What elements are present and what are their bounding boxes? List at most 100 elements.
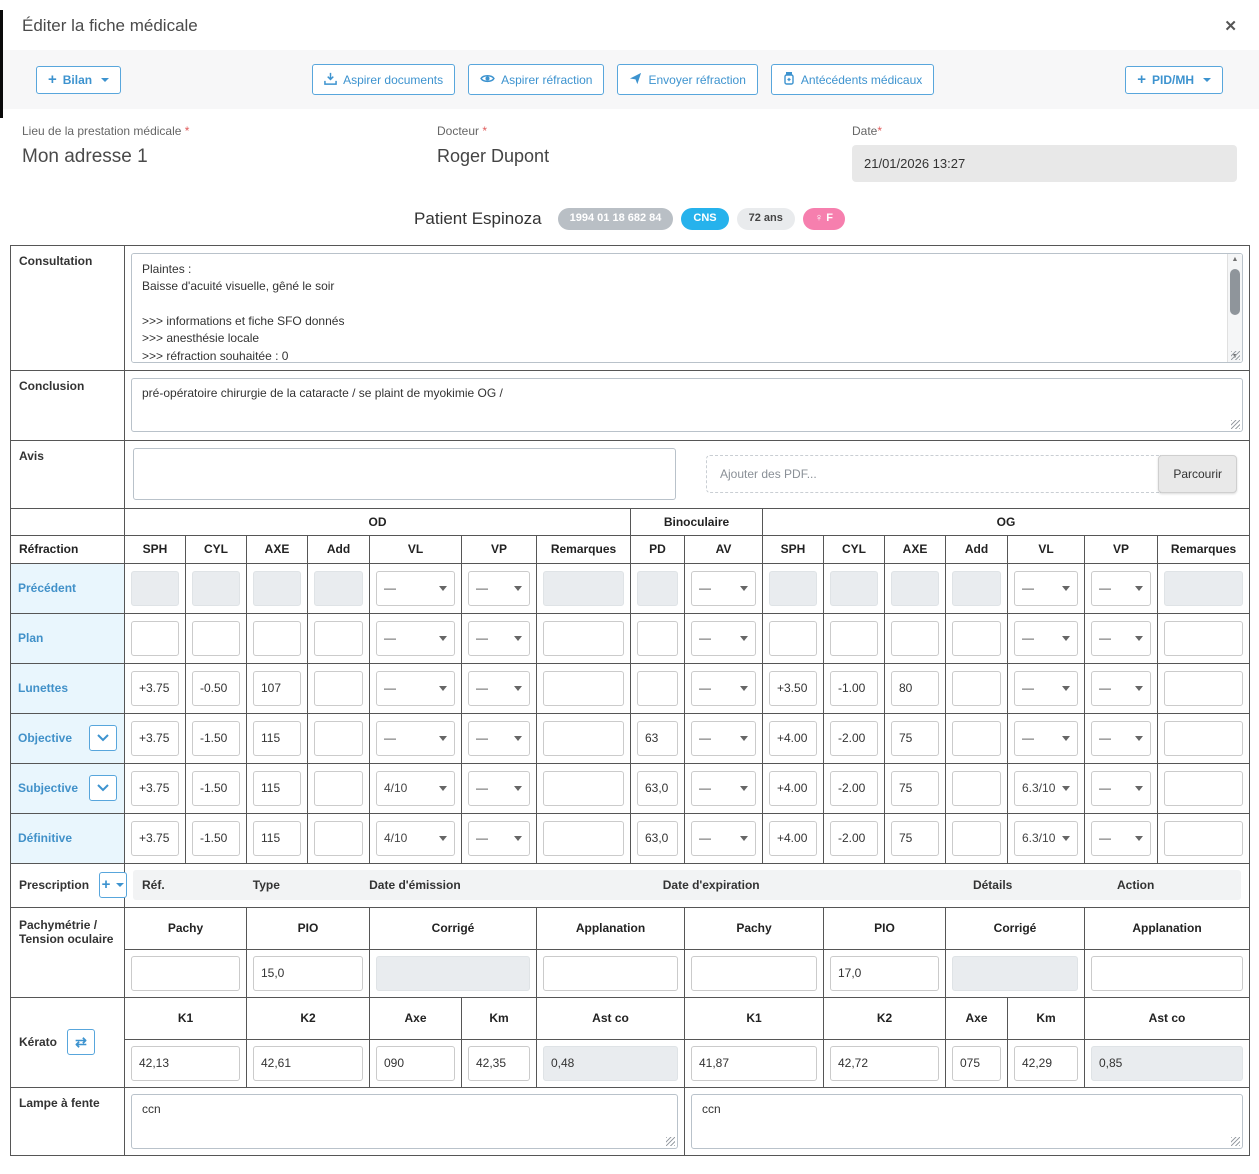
og-remarques-input[interactable] <box>1164 821 1243 856</box>
k1-og-input[interactable] <box>691 1046 817 1081</box>
og-cyl-input[interactable] <box>830 671 878 706</box>
pdf-upload-input[interactable]: Ajouter des PDF... <box>706 455 1161 493</box>
od-sph-input[interactable] <box>131 671 179 706</box>
od-cyl-input[interactable] <box>192 571 240 606</box>
og-add-input[interactable] <box>952 671 1001 706</box>
og-axe-input[interactable] <box>891 571 939 606</box>
od-vl-select[interactable]: — <box>376 571 455 606</box>
km-od-input[interactable] <box>468 1046 530 1081</box>
av-select[interactable]: — <box>691 621 756 656</box>
docteur-value[interactable]: Roger Dupont <box>437 146 852 167</box>
resize-grip-icon[interactable] <box>1231 420 1240 429</box>
og-remarques-input[interactable] <box>1164 671 1243 706</box>
og-vp-select[interactable]: — <box>1091 671 1151 706</box>
og-add-input[interactable] <box>952 571 1001 606</box>
pachy-od-input[interactable] <box>131 956 240 991</box>
od-axe-input[interactable] <box>253 721 301 756</box>
od-sph-input[interactable] <box>131 821 179 856</box>
og-vl-select[interactable]: — <box>1014 571 1078 606</box>
og-sph-input[interactable] <box>769 721 817 756</box>
od-cyl-input[interactable] <box>192 671 240 706</box>
add-prescription-button[interactable]: + <box>99 872 127 898</box>
og-vp-select[interactable]: — <box>1091 571 1151 606</box>
od-remarques-input[interactable] <box>543 621 624 656</box>
og-vp-select[interactable]: — <box>1091 621 1151 656</box>
og-vp-select[interactable]: — <box>1091 821 1151 856</box>
od-axe-input[interactable] <box>253 621 301 656</box>
envoyer-refraction-button[interactable]: Envoyer réfraction <box>617 64 757 95</box>
od-vp-select[interactable]: — <box>468 771 530 806</box>
od-vl-select[interactable]: — <box>376 721 455 756</box>
conclusion-textarea[interactable]: pré-opératoire chirurgie de la cataracte… <box>131 378 1243 432</box>
od-vp-select[interactable]: — <box>468 571 530 606</box>
axe-od-input[interactable] <box>376 1046 455 1081</box>
od-cyl-input[interactable] <box>192 721 240 756</box>
od-axe-input[interactable] <box>253 671 301 706</box>
corrige-og-input[interactable] <box>952 956 1078 991</box>
od-add-input[interactable] <box>314 571 363 606</box>
pd-input[interactable] <box>637 721 678 756</box>
og-axe-input[interactable] <box>891 771 939 806</box>
aspirer-documents-button[interactable]: Aspirer documents <box>312 64 455 95</box>
og-remarques-input[interactable] <box>1164 771 1243 806</box>
av-select[interactable]: — <box>691 671 756 706</box>
og-vl-select[interactable]: — <box>1014 671 1078 706</box>
od-remarques-input[interactable] <box>543 721 624 756</box>
av-select[interactable]: — <box>691 821 756 856</box>
pd-input[interactable] <box>637 821 678 856</box>
og-vl-select[interactable]: 6.3/10 <box>1014 821 1078 856</box>
av-select[interactable]: — <box>691 771 756 806</box>
og-vl-select[interactable]: — <box>1014 721 1078 756</box>
og-axe-input[interactable] <box>891 621 939 656</box>
og-sph-input[interactable] <box>769 571 817 606</box>
av-select[interactable]: — <box>691 721 756 756</box>
og-add-input[interactable] <box>952 721 1001 756</box>
og-cyl-input[interactable] <box>830 771 878 806</box>
og-cyl-input[interactable] <box>830 571 878 606</box>
resize-grip-icon[interactable] <box>1231 351 1240 360</box>
pd-input[interactable] <box>637 571 678 606</box>
consultation-textarea[interactable]: Plaintes : Baisse d'acuité visuelle, gên… <box>131 253 1243 363</box>
og-vp-select[interactable]: — <box>1091 721 1151 756</box>
swap-kerato-button[interactable]: ⇄ <box>67 1029 95 1055</box>
od-add-input[interactable] <box>314 621 363 656</box>
scrollbar-thumb[interactable] <box>1230 269 1240 315</box>
od-sph-input[interactable] <box>131 621 179 656</box>
og-vl-select[interactable]: 6.3/10 <box>1014 771 1078 806</box>
og-add-input[interactable] <box>952 621 1001 656</box>
pd-input[interactable] <box>637 771 678 806</box>
od-sph-input[interactable] <box>131 721 179 756</box>
od-remarques-input[interactable] <box>543 821 624 856</box>
od-axe-input[interactable] <box>253 821 301 856</box>
pd-input[interactable] <box>637 671 678 706</box>
od-cyl-input[interactable] <box>192 771 240 806</box>
og-cyl-input[interactable] <box>830 621 878 656</box>
od-axe-input[interactable] <box>253 571 301 606</box>
od-axe-input[interactable] <box>253 771 301 806</box>
od-vp-select[interactable]: — <box>468 621 530 656</box>
og-cyl-input[interactable] <box>830 821 878 856</box>
parcourir-button[interactable]: Parcourir <box>1158 455 1237 493</box>
og-axe-input[interactable] <box>891 721 939 756</box>
resize-grip-icon[interactable] <box>666 1137 675 1146</box>
od-vp-select[interactable]: — <box>468 821 530 856</box>
og-axe-input[interactable] <box>891 821 939 856</box>
avis-textarea[interactable] <box>133 448 676 500</box>
og-sph-input[interactable] <box>769 821 817 856</box>
og-remarques-input[interactable] <box>1164 571 1243 606</box>
od-add-input[interactable] <box>314 771 363 806</box>
od-remarques-input[interactable] <box>543 771 624 806</box>
od-remarques-input[interactable] <box>543 571 624 606</box>
pachy-og-input[interactable] <box>691 956 817 991</box>
og-remarques-input[interactable] <box>1164 721 1243 756</box>
bilan-button[interactable]: + Bilan <box>36 66 121 94</box>
scrollbar[interactable]: ▲ ▼ <box>1227 254 1242 362</box>
od-add-input[interactable] <box>314 671 363 706</box>
resize-grip-icon[interactable] <box>1231 1137 1240 1146</box>
scroll-up-icon[interactable]: ▲ <box>1232 256 1239 263</box>
lampe-od-textarea[interactable]: ccn <box>131 1094 678 1149</box>
od-sph-input[interactable] <box>131 771 179 806</box>
km-og-input[interactable] <box>1014 1046 1078 1081</box>
date-input[interactable]: 21/01/2026 13:27 <box>852 145 1237 182</box>
og-add-input[interactable] <box>952 771 1001 806</box>
